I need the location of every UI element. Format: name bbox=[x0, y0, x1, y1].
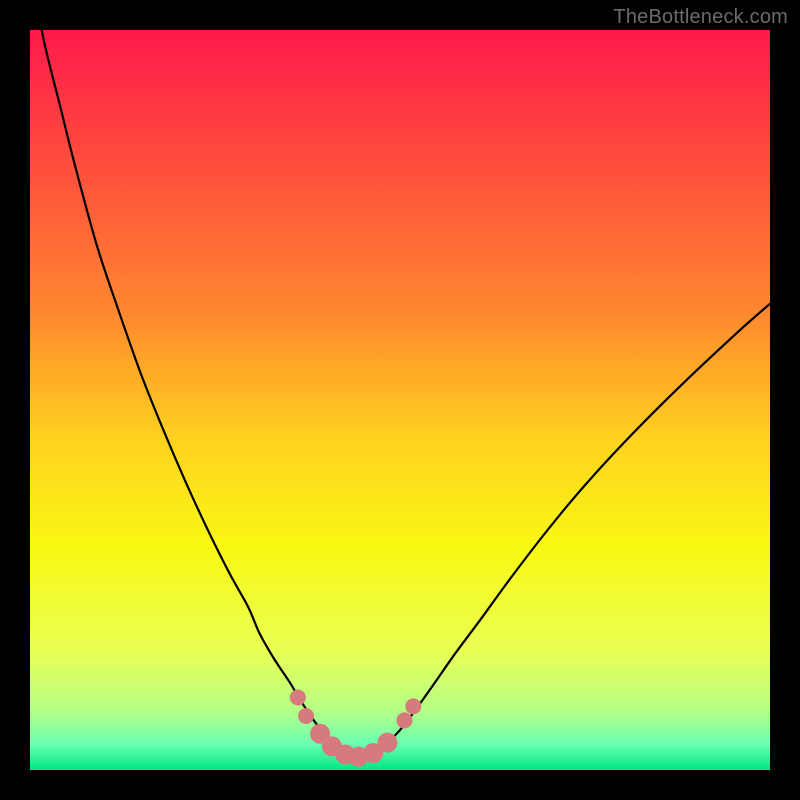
watermark-label: TheBottleneck.com bbox=[613, 6, 788, 29]
plot-background-gradient bbox=[30, 30, 770, 770]
marker-dot bbox=[405, 698, 421, 714]
bottleneck-chart bbox=[0, 0, 800, 800]
marker-dot bbox=[396, 712, 412, 728]
marker-dot bbox=[298, 708, 314, 724]
marker-dot bbox=[290, 689, 306, 705]
marker-dot bbox=[377, 733, 397, 753]
chart-frame: TheBottleneck.com bbox=[0, 0, 800, 800]
